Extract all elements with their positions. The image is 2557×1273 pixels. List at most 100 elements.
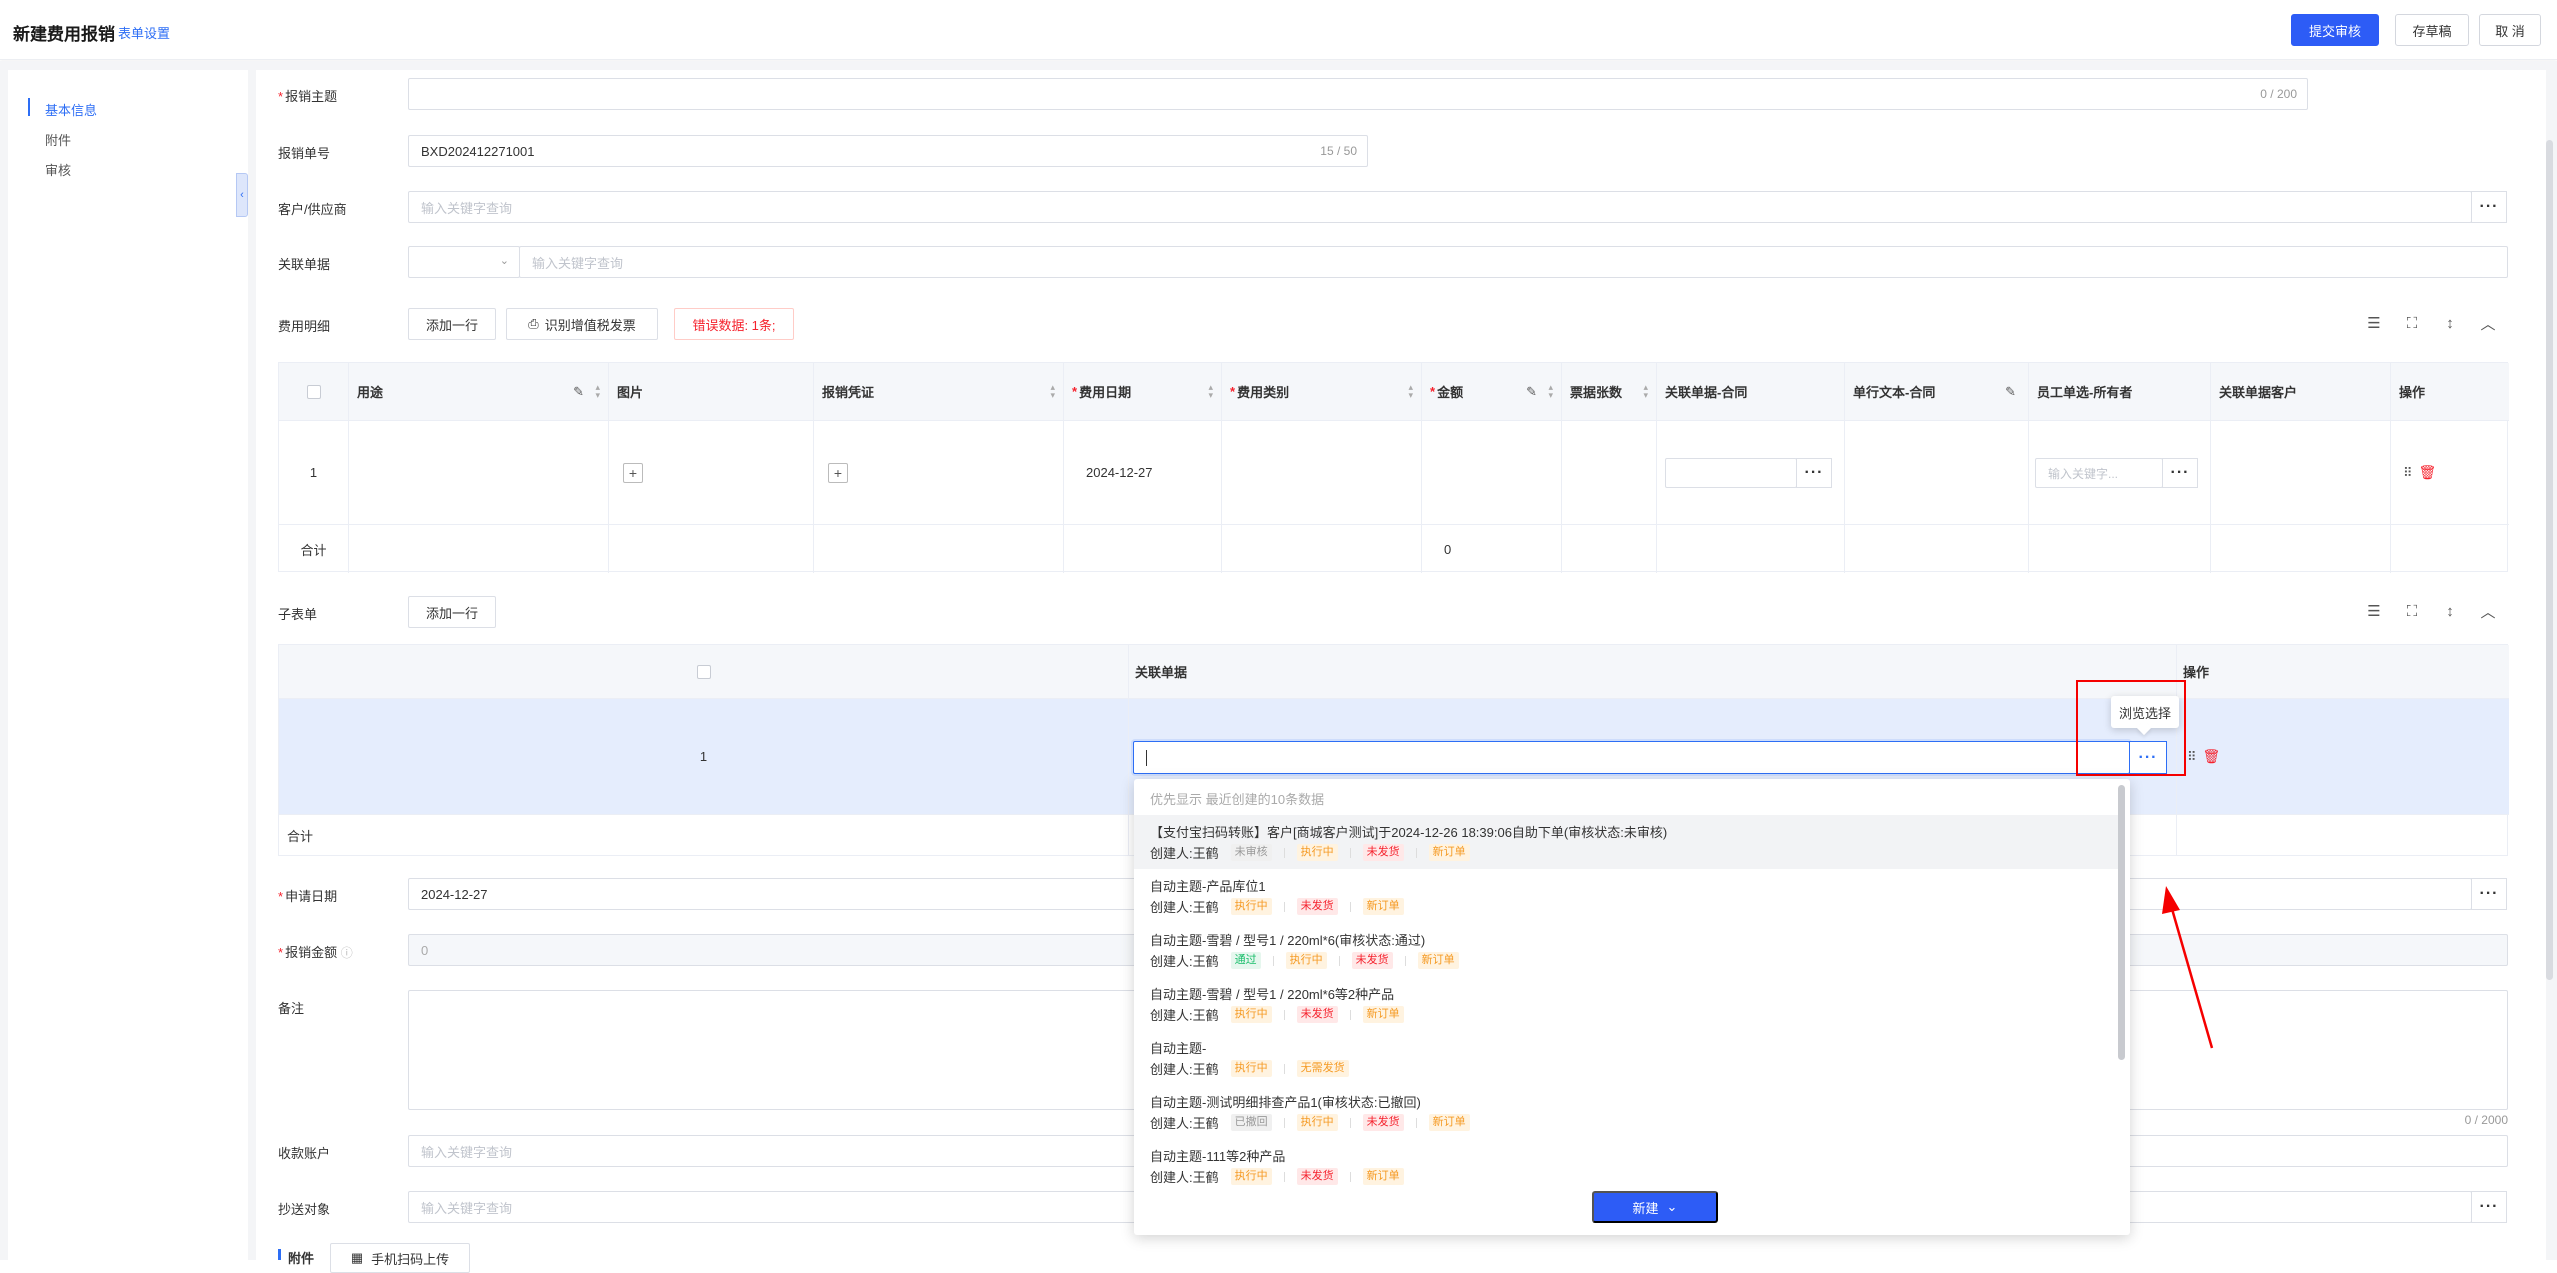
tag-separator bbox=[1415, 1117, 1417, 1128]
nav-item-basic-info[interactable]: 基本信息 bbox=[45, 100, 97, 119]
attachment-section-title: 附件 bbox=[288, 1251, 315, 1266]
apply-date-more-button[interactable]: ··· bbox=[2471, 878, 2507, 910]
error-data-button[interactable]: 错误数据: 1条; bbox=[674, 308, 794, 340]
expense-type-cell[interactable] bbox=[1222, 421, 1422, 525]
help-icon[interactable]: ⓘ bbox=[341, 946, 353, 960]
add-image-button[interactable]: + bbox=[623, 462, 643, 483]
employee-browse-button[interactable]: ··· bbox=[2162, 458, 2198, 488]
select-all-checkbox[interactable] bbox=[306, 384, 321, 399]
col-expense-date: * 费用日期 ▴ ▾ bbox=[1064, 363, 1222, 421]
dropdown-item[interactable]: 自动主题- 创建人:王鹤 执行中 无需发货 bbox=[1134, 1031, 2124, 1085]
dropdown-item-creator: 创建人:王鹤 bbox=[1150, 954, 1219, 969]
tag-separator bbox=[1272, 955, 1274, 966]
total-cell bbox=[2029, 525, 2211, 573]
dropdown-item-creator: 创建人:王鹤 bbox=[1150, 900, 1219, 915]
employee-search-input[interactable]: 输入关键字... bbox=[2035, 458, 2163, 488]
subform-row-index: 1 bbox=[279, 699, 1129, 815]
nav-item-review[interactable]: 审核 bbox=[45, 160, 71, 179]
dropdown-item[interactable]: 自动主题-测试明细排查产品1(审核状态:已撤回) 创建人:王鹤 已撤回 执行中 未发货 新… bbox=[1134, 1085, 2124, 1139]
text-contract-cell[interactable] bbox=[1845, 421, 2029, 525]
sort-icon[interactable]: ▴ ▾ bbox=[1548, 383, 1553, 400]
related-customer-cell[interactable] bbox=[2211, 421, 2391, 525]
related-contract-browse-button[interactable]: ··· bbox=[1796, 458, 1832, 488]
sort-icon[interactable]: ▴ ▾ bbox=[1050, 383, 1055, 400]
dropdown-item-meta: 创建人:王鹤 执行中 未发货 新订单 bbox=[1150, 1167, 1404, 1186]
sort-icon[interactable]: ▴ ▾ bbox=[1408, 383, 1413, 400]
cc-browse-button[interactable]: ··· bbox=[2471, 1191, 2507, 1223]
column-settings-icon[interactable]: ☰ bbox=[2365, 314, 2383, 332]
image-cell: + bbox=[609, 421, 814, 525]
col-text-contract: 单行文本-合同 ✎ bbox=[1845, 363, 2029, 421]
sort-icon[interactable]: ▴ ▾ bbox=[1643, 383, 1648, 400]
total-cell bbox=[1845, 525, 2029, 573]
edit-icon[interactable]: ✎ bbox=[2005, 384, 2016, 400]
dropdown-item[interactable]: 自动主题-产品库位1 创建人:王鹤 执行中 未发货 新订单 bbox=[1134, 869, 2124, 923]
status-badge: 新订单 bbox=[1362, 898, 1404, 915]
submit-review-button[interactable]: 提交审核 bbox=[2291, 14, 2379, 46]
form-settings-link[interactable]: 表单设置 bbox=[118, 23, 170, 42]
row-height-icon[interactable]: ↕ bbox=[2441, 602, 2459, 620]
dropdown-scrollbar[interactable] bbox=[2118, 785, 2125, 1060]
fullscreen-icon[interactable]: ⛶ bbox=[2403, 314, 2421, 332]
col-related-customer: 关联单据客户 bbox=[2211, 363, 2391, 421]
total-cell bbox=[1222, 525, 1422, 573]
scan-upload-button[interactable]: ▦ 手机扫码上传 bbox=[330, 1243, 470, 1273]
subform-related-input[interactable] bbox=[1133, 741, 2130, 774]
dropdown-new-button[interactable]: 新建 ⌄ bbox=[1592, 1191, 1718, 1223]
row-height-icon[interactable]: ↕ bbox=[2441, 314, 2459, 332]
subform-add-row-button[interactable]: 添加一行 bbox=[408, 596, 496, 628]
plus-icon: + bbox=[833, 464, 843, 481]
dropdown-item-meta: 创建人:王鹤 执行中 未发货 新订单 bbox=[1150, 1005, 1404, 1024]
chevron-up-icon[interactable]: ︿ bbox=[2479, 314, 2497, 333]
tag-separator bbox=[1283, 1009, 1285, 1020]
drag-icon[interactable]: ⠿ bbox=[2187, 749, 2197, 765]
subject-label: * 报销主题 bbox=[278, 89, 338, 104]
recognize-invoice-button[interactable]: ⎙ 识别增值税发票 bbox=[506, 308, 658, 340]
collapse-sidebar-button[interactable]: ‹ bbox=[236, 173, 248, 217]
dropdown-item[interactable]: 自动主题-111等2种产品 创建人:王鹤 执行中 未发货 新订单 bbox=[1134, 1139, 2124, 1193]
related-search-input[interactable]: 输入关键字查询 bbox=[519, 246, 2508, 278]
page-scrollbar[interactable] bbox=[2546, 140, 2553, 980]
col-amount: * 金额 ✎ ▴ ▾ bbox=[1422, 363, 1562, 421]
status-badge: 未发货 bbox=[1362, 844, 1404, 861]
annotation-highlight-box bbox=[2076, 680, 2186, 776]
fullscreen-icon[interactable]: ⛶ bbox=[2403, 602, 2421, 620]
ticket-count-cell[interactable] bbox=[1562, 421, 1657, 525]
dropdown-item-meta: 创建人:王鹤 未审核 执行中 未发货 新订单 bbox=[1150, 843, 1470, 862]
save-draft-button[interactable]: 存草稿 bbox=[2395, 14, 2469, 46]
tag-separator bbox=[1283, 1117, 1285, 1128]
dropdown-item[interactable]: 自动主题-雪碧 / 型号1 / 220ml*6等2种产品 创建人:王鹤 执行中 未发货… bbox=[1134, 977, 2124, 1031]
subject-input[interactable]: 0 / 200 bbox=[408, 78, 2308, 110]
delete-icon[interactable]: 🗑 bbox=[2419, 464, 2437, 481]
dropdown-item-title: 自动主题-产品库位1 bbox=[1150, 879, 1266, 894]
amount-cell[interactable] bbox=[1422, 421, 1562, 525]
total-amount: 0 bbox=[1422, 525, 1562, 573]
customer-browse-button[interactable]: ··· bbox=[2471, 191, 2507, 223]
dropdown-item[interactable]: 【支付宝扫码转账】客户[商城客户测试]于2024-12-26 18:39:06自… bbox=[1134, 815, 2124, 869]
nav-item-attachment[interactable]: 附件 bbox=[45, 130, 71, 149]
expense-date-cell[interactable]: 2024-12-27 bbox=[1064, 421, 1222, 525]
related-type-select[interactable]: ⌄ bbox=[408, 246, 520, 278]
chevron-up-icon[interactable]: ︿ bbox=[2479, 602, 2497, 621]
cc-label: 抄送对象 bbox=[278, 1202, 331, 1217]
drag-icon[interactable]: ⠿ bbox=[2403, 465, 2413, 481]
related-contract-input[interactable] bbox=[1665, 458, 1797, 488]
sort-icon[interactable]: ▴ ▾ bbox=[1208, 383, 1213, 400]
delete-icon[interactable]: 🗑 bbox=[2203, 748, 2221, 765]
add-voucher-button[interactable]: + bbox=[828, 462, 848, 483]
subform-select-all-checkbox[interactable] bbox=[696, 664, 711, 679]
sort-icon[interactable]: ▴ ▾ bbox=[595, 383, 600, 400]
customer-input[interactable]: 输入关键字查询 bbox=[408, 191, 2472, 223]
status-badge: 新订单 bbox=[1428, 1114, 1470, 1131]
dropdown-item[interactable]: 自动主题-雪碧 / 型号1 / 220ml*6(审核状态:通过) 创建人:王鹤 通过… bbox=[1134, 923, 2124, 977]
expense-add-row-button[interactable]: 添加一行 bbox=[408, 308, 496, 340]
tag-separator bbox=[1349, 847, 1351, 858]
column-settings-icon[interactable]: ☰ bbox=[2365, 602, 2383, 620]
dropdown-item-creator: 创建人:王鹤 bbox=[1150, 846, 1219, 861]
order-no-input[interactable]: BXD202412271001 15 / 50 bbox=[408, 135, 1368, 167]
dropdown-item-title: 【支付宝扫码转账】客户[商城客户测试]于2024-12-26 18:39:06自… bbox=[1150, 825, 1668, 840]
cancel-button[interactable]: 取 消 bbox=[2479, 14, 2541, 46]
edit-icon[interactable]: ✎ bbox=[1526, 384, 1537, 400]
edit-icon[interactable]: ✎ bbox=[573, 384, 584, 400]
purpose-cell[interactable] bbox=[349, 421, 609, 525]
